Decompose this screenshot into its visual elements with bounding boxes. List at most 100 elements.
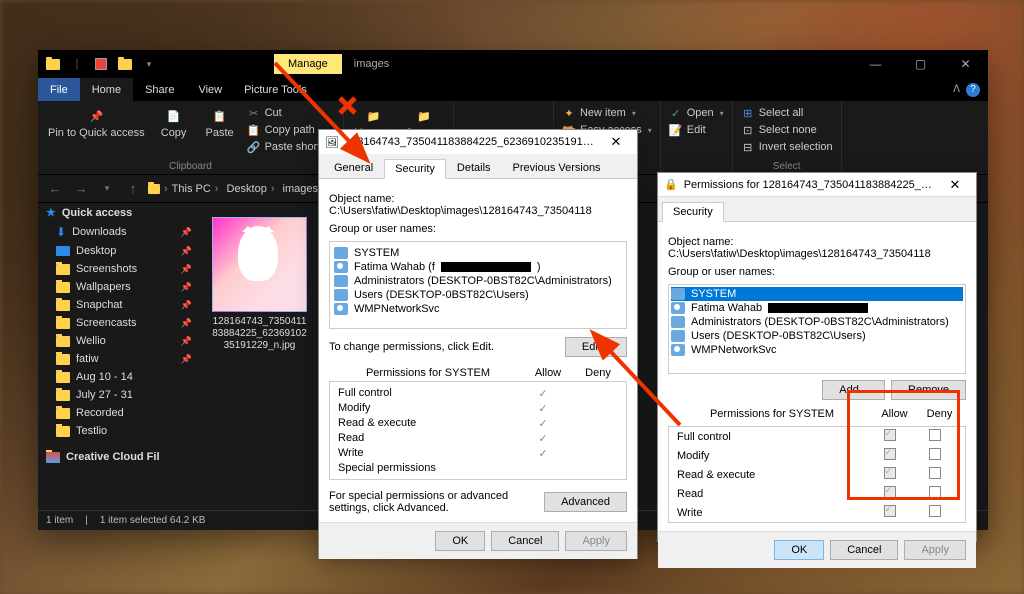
pin-icon: 📌 bbox=[181, 264, 192, 275]
copy-button[interactable]: 📄 Copy bbox=[153, 105, 195, 159]
folder-icon bbox=[56, 372, 70, 383]
apply-button[interactable]: Apply bbox=[565, 531, 627, 551]
user-list[interactable]: SYSTEM Fatima Wahab Administrators (DESK… bbox=[668, 284, 966, 374]
deny-checkbox[interactable] bbox=[929, 505, 941, 517]
edit-icon: 📝 bbox=[669, 123, 683, 137]
help-icon[interactable]: ? bbox=[966, 83, 980, 97]
nav-july[interactable]: July 27 - 31 bbox=[38, 386, 198, 404]
permissions-header: Permissions for SYSTEM Allow Deny bbox=[329, 365, 627, 381]
tab-details[interactable]: Details bbox=[446, 158, 502, 178]
shortcut-icon: 🔗 bbox=[247, 140, 261, 154]
nav-snapchat[interactable]: Snapchat📌 bbox=[38, 296, 198, 314]
select-none-button[interactable]: ⊡Select none bbox=[739, 122, 835, 138]
tab-home[interactable]: Home bbox=[80, 78, 133, 101]
nav-aug[interactable]: Aug 10 - 14 bbox=[38, 368, 198, 386]
user-users[interactable]: Users (DESKTOP-0BST82C\Users) bbox=[671, 329, 963, 343]
user-administrators[interactable]: Administrators (DESKTOP-0BST82C\Administ… bbox=[334, 274, 622, 288]
user-administrators[interactable]: Administrators (DESKTOP-0BST82C\Administ… bbox=[671, 315, 963, 329]
folder-icon bbox=[56, 426, 70, 437]
folder-icon bbox=[56, 408, 70, 419]
ok-button[interactable]: OK bbox=[774, 540, 824, 560]
close-button[interactable]: ✕ bbox=[601, 134, 631, 150]
tab-general[interactable]: General bbox=[323, 158, 384, 178]
nav-downloads[interactable]: ⬇Downloads📌 bbox=[38, 222, 198, 242]
edit-button[interactable]: 📝Edit bbox=[667, 122, 726, 138]
creative-cloud-icon bbox=[46, 452, 60, 463]
qat-dropdown-icon[interactable]: ▾ bbox=[138, 53, 160, 75]
user-system[interactable]: SYSTEM bbox=[334, 246, 622, 260]
up-button[interactable]: ↑ bbox=[122, 178, 144, 200]
cancel-button[interactable]: Cancel bbox=[491, 531, 559, 551]
apply-button[interactable]: Apply bbox=[904, 540, 966, 560]
pin-icon: 📌 bbox=[181, 318, 192, 329]
breadcrumb[interactable]: › This PC Desktop images bbox=[148, 183, 326, 195]
nav-wallpapers[interactable]: Wallpapers📌 bbox=[38, 278, 198, 296]
dialog-title: 128164743_735041183884225_62369102351912… bbox=[345, 136, 595, 148]
open-button[interactable]: ✓Open bbox=[667, 105, 726, 121]
folder-icon bbox=[56, 390, 70, 401]
window-title: images bbox=[342, 58, 401, 70]
copy-path-icon: 📋 bbox=[247, 123, 261, 137]
user-system[interactable]: SYSTEM bbox=[671, 287, 963, 301]
allow-checkbox[interactable] bbox=[884, 505, 896, 517]
pin-icon: 📌 bbox=[181, 354, 192, 365]
cancel-button[interactable]: Cancel bbox=[830, 540, 898, 560]
perm-write: Write✓ bbox=[338, 446, 618, 461]
tab-security[interactable]: Security bbox=[662, 202, 724, 222]
user-users[interactable]: Users (DESKTOP-0BST82C\Users) bbox=[334, 288, 622, 302]
select-all-button[interactable]: ⊞Select all bbox=[739, 105, 835, 121]
paste-button[interactable]: 📋 Paste bbox=[199, 105, 241, 159]
tab-picture-tools[interactable]: Picture Tools bbox=[234, 78, 317, 101]
advanced-text: For special permissions or advanced sett… bbox=[329, 490, 544, 514]
user-icon bbox=[334, 261, 348, 273]
manage-context-tab[interactable]: Manage bbox=[274, 54, 342, 74]
recent-dropdown[interactable]: ▾ bbox=[96, 178, 118, 200]
tab-previous-versions[interactable]: Previous Versions bbox=[502, 158, 612, 178]
back-button[interactable]: ← bbox=[44, 178, 66, 200]
user-fatima[interactable]: Fatima Wahab (f) bbox=[334, 260, 622, 274]
maximize-button[interactable]: ▢ bbox=[898, 50, 943, 78]
folder-icon bbox=[56, 282, 70, 293]
perm-read: Read✓ bbox=[338, 431, 618, 446]
perm-write: Write bbox=[669, 503, 965, 522]
nav-quick-access[interactable]: ★Quick access bbox=[38, 203, 198, 222]
edit-button[interactable]: Edit... bbox=[565, 337, 627, 357]
nav-screenshots[interactable]: Screenshots📌 bbox=[38, 260, 198, 278]
tab-view[interactable]: View bbox=[186, 78, 234, 101]
perm-full-control: Full control✓ bbox=[338, 386, 618, 401]
ok-button[interactable]: OK bbox=[435, 531, 485, 551]
qat-toggle-icon[interactable] bbox=[90, 53, 112, 75]
close-button[interactable]: ✕ bbox=[940, 177, 970, 193]
user-icon bbox=[671, 344, 685, 356]
nav-fatiw[interactable]: fatiw📌 bbox=[38, 350, 198, 368]
minimize-button[interactable]: — bbox=[853, 50, 898, 78]
nav-creative-cloud[interactable]: Creative Cloud Fil bbox=[38, 448, 198, 466]
cut-button[interactable]: ✂Cut bbox=[245, 105, 337, 121]
new-item-button[interactable]: ✦New item bbox=[560, 105, 654, 121]
user-fatima[interactable]: Fatima Wahab bbox=[671, 301, 963, 315]
folder-icon bbox=[56, 300, 70, 311]
user-list[interactable]: SYSTEM Fatima Wahab (f) Administrators (… bbox=[329, 241, 627, 329]
collapse-ribbon-icon[interactable]: ᐱ bbox=[953, 84, 960, 95]
tab-file[interactable]: File bbox=[38, 78, 80, 101]
permissions-tabs: Security bbox=[658, 197, 976, 222]
close-button[interactable]: ✕ bbox=[943, 50, 988, 78]
forward-button[interactable]: → bbox=[70, 178, 92, 200]
user-wmp[interactable]: WMPNetworkSvc bbox=[671, 343, 963, 357]
nav-desktop[interactable]: Desktop📌 bbox=[38, 242, 198, 260]
change-permissions-text: To change permissions, click Edit. bbox=[329, 341, 565, 353]
nav-wellio[interactable]: Wellio📌 bbox=[38, 332, 198, 350]
folder-icon bbox=[56, 264, 70, 275]
file-thumbnail[interactable]: 128164743_735041183884225_62369102351912… bbox=[212, 217, 307, 352]
tab-share[interactable]: Share bbox=[133, 78, 186, 101]
nav-testlio[interactable]: Testlio bbox=[38, 422, 198, 440]
nav-screencasts[interactable]: Screencasts📌 bbox=[38, 314, 198, 332]
user-wmp[interactable]: WMPNetworkSvc bbox=[334, 302, 622, 316]
redacted bbox=[768, 303, 868, 313]
advanced-button[interactable]: Advanced bbox=[544, 492, 627, 512]
status-selection: 1 item selected 64.2 KB bbox=[100, 515, 206, 526]
tab-security[interactable]: Security bbox=[384, 159, 446, 179]
invert-selection-button[interactable]: ⊟Invert selection bbox=[739, 139, 835, 155]
nav-recorded[interactable]: Recorded bbox=[38, 404, 198, 422]
pin-to-quick-button[interactable]: 📌 Pin to Quick access bbox=[44, 105, 149, 159]
